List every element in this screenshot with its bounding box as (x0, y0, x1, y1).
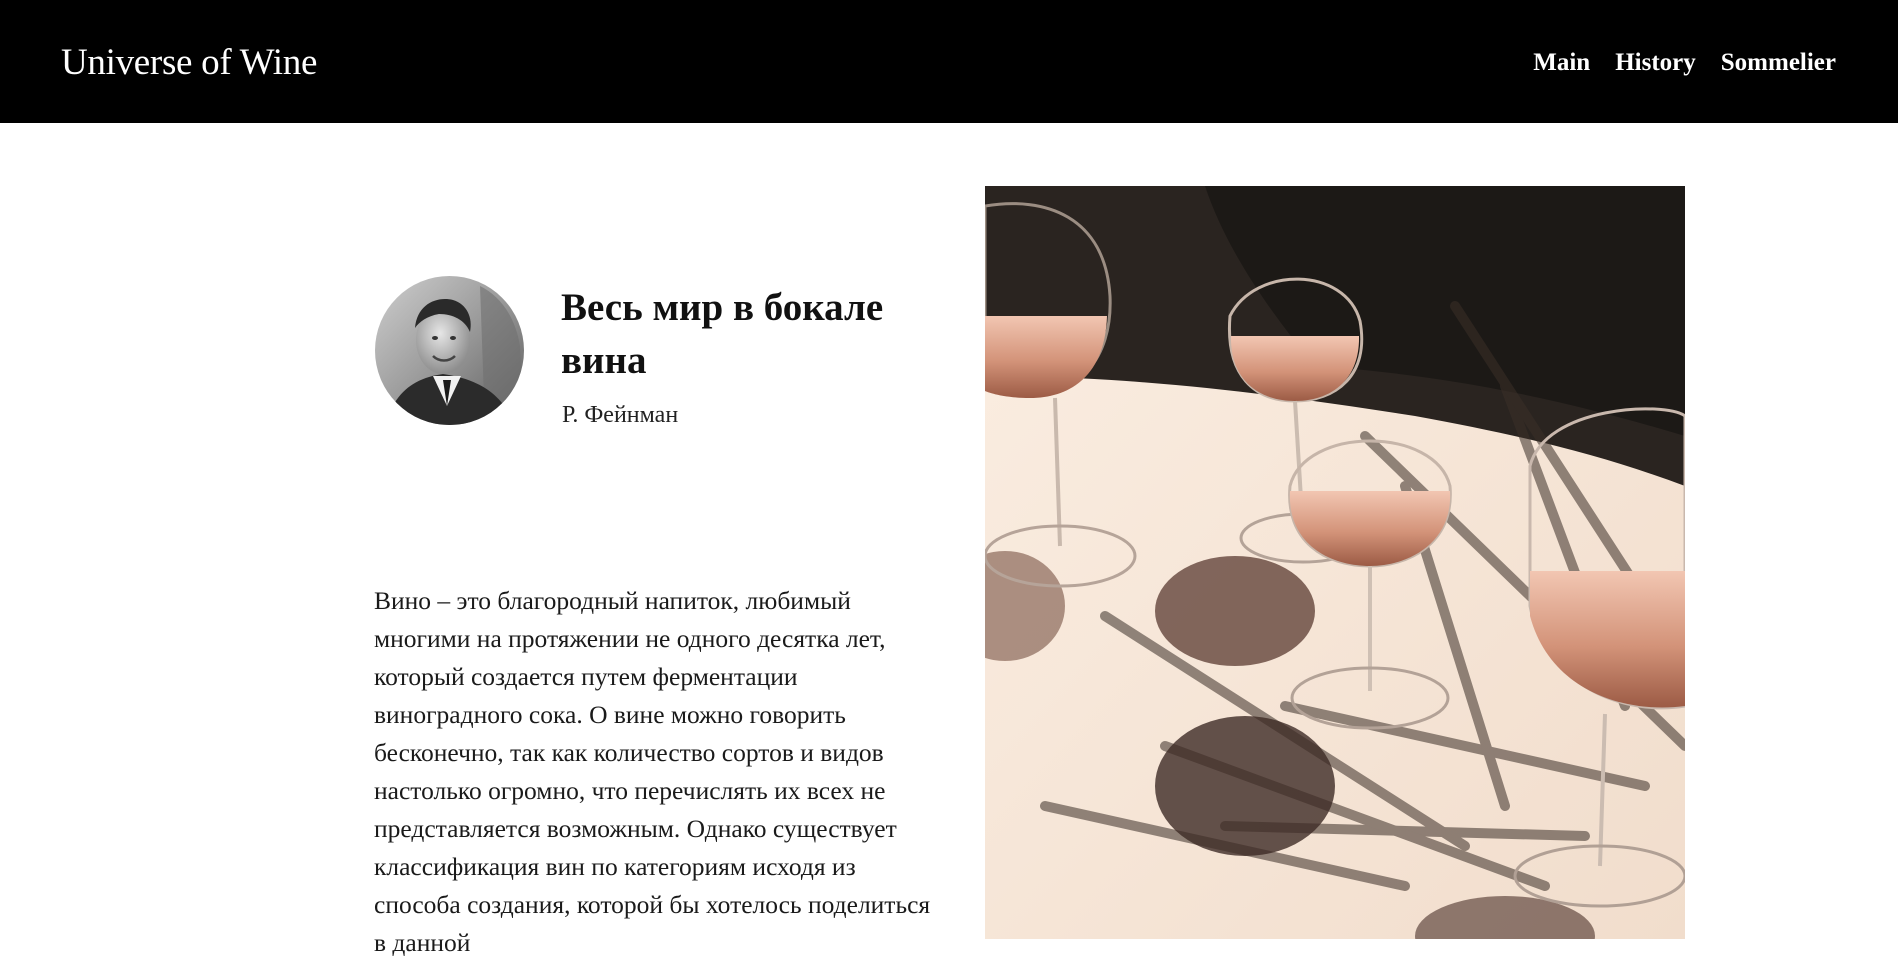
quote-author: Р. Фейнман (562, 402, 679, 428)
main-nav: Main History Sommelier (1533, 48, 1836, 78)
article-text: Вино – это благородный напиток, любимый … (374, 586, 931, 957)
site-header: Universe of Wine Main History Sommelier (0, 0, 1898, 123)
nav-link-main[interactable]: Main (1533, 48, 1590, 78)
nav-link-sommelier[interactable]: Sommelier (1721, 48, 1836, 78)
wine-glasses-photo (985, 186, 1685, 939)
site-logo[interactable]: Universe of Wine (61, 40, 317, 86)
quote-title: Весь мир в бокале вина (561, 286, 884, 382)
wine-glasses-image (985, 186, 1685, 939)
author-portrait-image (375, 276, 524, 425)
author-avatar (375, 276, 524, 425)
nav-link-history[interactable]: History (1615, 48, 1696, 78)
